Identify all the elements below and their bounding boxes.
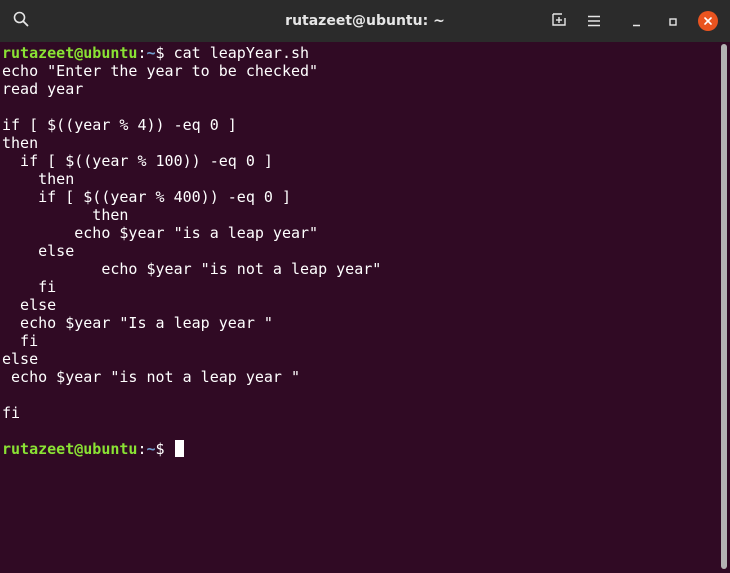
title-bar: rutazeet@ubuntu: ~ bbox=[0, 0, 730, 42]
search-button[interactable] bbox=[6, 6, 36, 36]
output-line: then bbox=[2, 206, 129, 224]
command-line: rutazeet@ubuntu:~$ cat leapYear.sh bbox=[2, 44, 718, 62]
vertical-scrollbar[interactable] bbox=[719, 42, 730, 573]
maximize-button[interactable] bbox=[658, 6, 688, 36]
prompt-path: ~ bbox=[146, 44, 156, 62]
output-line: then bbox=[2, 134, 39, 152]
output-line: fi bbox=[2, 404, 21, 422]
prompt-separator: : bbox=[137, 440, 147, 458]
output-line: else bbox=[2, 296, 57, 314]
active-prompt-line[interactable]: rutazeet@ubuntu:~$ bbox=[2, 440, 718, 458]
minimize-button[interactable] bbox=[622, 6, 652, 36]
hamburger-menu-icon bbox=[587, 12, 601, 31]
scrollbar-thumb[interactable] bbox=[721, 44, 727, 569]
close-icon bbox=[698, 11, 718, 31]
output-line: echo $year "is a leap year" bbox=[2, 224, 319, 242]
command-text: cat leapYear.sh bbox=[173, 44, 310, 62]
output-line: echo $year "is not a leap year " bbox=[2, 368, 301, 386]
prompt-user-host: rutazeet@ubuntu bbox=[2, 440, 138, 458]
menu-button[interactable] bbox=[579, 6, 609, 36]
prompt-user-host: rutazeet@ubuntu bbox=[2, 44, 138, 62]
output-line: fi bbox=[2, 332, 39, 350]
prompt-symbol: $ bbox=[155, 44, 174, 62]
text-cursor bbox=[174, 440, 184, 457]
output-line: read year bbox=[2, 80, 84, 98]
output-line: fi bbox=[2, 278, 57, 296]
prompt-separator: : bbox=[137, 44, 147, 62]
output-line: else bbox=[2, 242, 75, 260]
prompt-path: ~ bbox=[146, 440, 156, 458]
new-tab-button[interactable] bbox=[544, 6, 574, 36]
terminal-window: rutazeet@ubuntu: ~ rutazeet@ubuntu:~$ ca… bbox=[0, 0, 730, 573]
search-icon bbox=[13, 11, 29, 31]
new-tab-icon bbox=[551, 11, 567, 31]
terminal-output[interactable]: rutazeet@ubuntu:~$ cat leapYear.sh echo … bbox=[0, 42, 718, 573]
window-title: rutazeet@ubuntu: ~ bbox=[285, 13, 445, 29]
maximize-icon bbox=[668, 12, 678, 31]
minimize-icon bbox=[632, 12, 642, 31]
output-line: else bbox=[2, 350, 39, 368]
output-line: echo "Enter the year to be checked" bbox=[2, 62, 319, 80]
output-line: echo $year "Is a leap year " bbox=[2, 314, 273, 332]
output-line: then bbox=[2, 170, 75, 188]
prompt-symbol: $ bbox=[155, 440, 174, 458]
close-button[interactable] bbox=[693, 6, 723, 36]
output-line: echo $year "is not a leap year" bbox=[2, 260, 382, 278]
output-line: if [ $((year % 100)) -eq 0 ] bbox=[2, 152, 273, 170]
output-line: if [ $((year % 4)) -eq 0 ] bbox=[2, 116, 237, 134]
output-line: if [ $((year % 400)) -eq 0 ] bbox=[2, 188, 291, 206]
